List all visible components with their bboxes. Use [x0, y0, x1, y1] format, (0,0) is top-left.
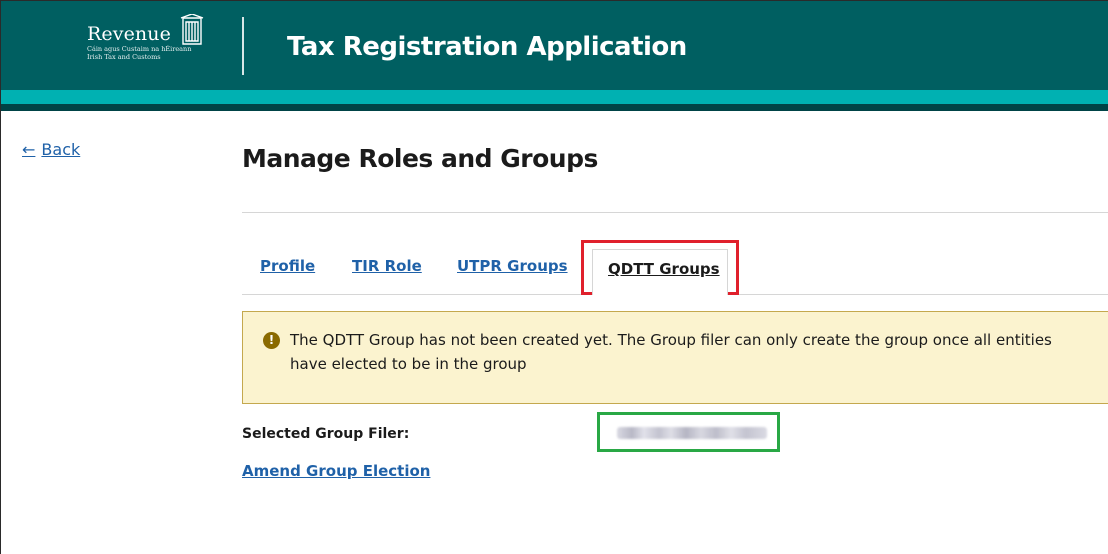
- harp-icon: [180, 14, 204, 45]
- tab-qdtt-groups-highlight: QDTT Groups: [581, 240, 739, 295]
- warning-alert: ! The QDTT Group has not been created ye…: [242, 311, 1108, 404]
- tab-profile[interactable]: Profile: [260, 257, 315, 275]
- logo-name: Revenue: [87, 23, 171, 45]
- group-filer-highlight: [597, 412, 780, 452]
- tab-utpr-groups[interactable]: UTPR Groups: [457, 257, 568, 275]
- header-divider: [242, 17, 244, 75]
- page-title: Manage Roles and Groups: [242, 144, 598, 173]
- group-filer-label: Selected Group Filer:: [242, 426, 410, 442]
- revenue-logo[interactable]: Revenue Cáin agus Custaim na hÉireann Ir…: [87, 23, 191, 61]
- amend-group-election-link[interactable]: Amend Group Election: [242, 462, 430, 480]
- tab-bar: Profile TIR Role UTPR Groups QDTT Groups: [242, 240, 1108, 295]
- warning-icon: !: [263, 332, 280, 349]
- group-filer-value-redacted: [617, 427, 767, 439]
- title-divider: [242, 212, 1108, 213]
- app-header: Revenue Cáin agus Custaim na hÉireann Ir…: [1, 1, 1108, 90]
- tab-qdtt-groups[interactable]: QDTT Groups: [608, 260, 720, 278]
- app-title: Tax Registration Application: [287, 32, 687, 62]
- back-link[interactable]: ← Back: [22, 140, 80, 159]
- logo-subtitle-irish: Cáin agus Custaim na hÉireann: [87, 45, 192, 53]
- arrow-left-icon: ←: [22, 140, 36, 159]
- header-bottom-band: [1, 104, 1108, 111]
- tab-tir-role[interactable]: TIR Role: [352, 257, 422, 275]
- alert-message: The QDTT Group has not been created yet.…: [290, 331, 1052, 373]
- logo-subtitle-english: Irish Tax and Customs: [87, 53, 161, 61]
- header-stripe: [1, 90, 1108, 104]
- back-label: Back: [41, 140, 81, 159]
